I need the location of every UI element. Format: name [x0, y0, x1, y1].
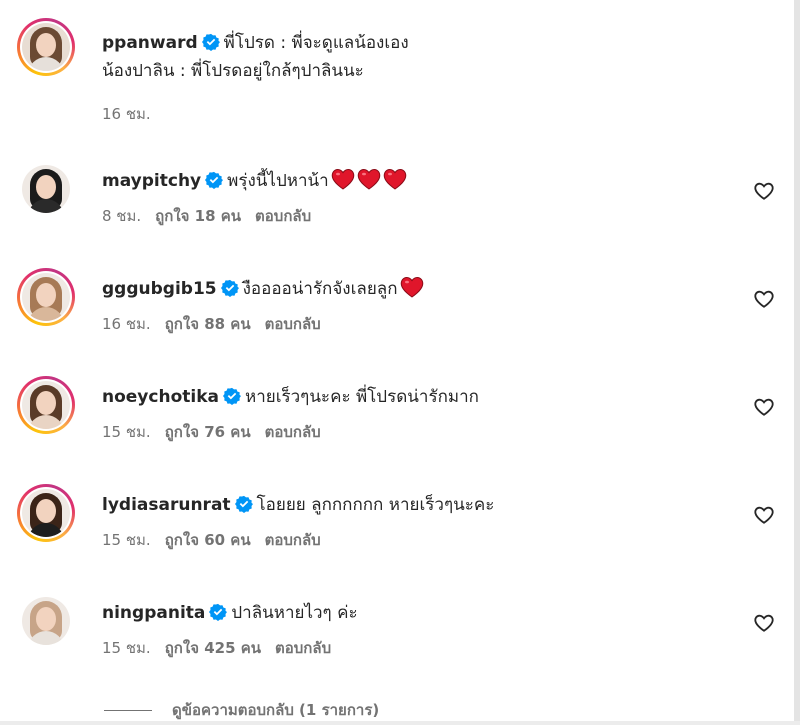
avatar-ring[interactable]	[17, 18, 75, 76]
comment-text: หายเร็วๆนะคะ พี่โปรดน่ารักมาก	[244, 387, 479, 407]
post-time: 16 ชม.	[102, 105, 151, 123]
comment-text: ปาลินหายไวๆ ค่ะ	[231, 603, 358, 623]
avatar-ring[interactable]	[17, 160, 75, 218]
comment-item: ningpanita ปาลินหายไวๆ ค่ะ 15 ชม. ถูกใจ 425…	[17, 592, 787, 682]
avatar-ring[interactable]	[17, 592, 75, 650]
reply-button[interactable]: ตอบกลับ	[265, 423, 321, 441]
comment-likes-link[interactable]: ถูกใจ 76 คน	[165, 423, 251, 441]
comment-item: lydiasarunrat โอยยย ลูกกกกกก หายเร็วๆนะคะ…	[17, 484, 787, 574]
verified-badge-icon	[205, 171, 224, 189]
comment-username[interactable]: noeychotika	[102, 387, 219, 407]
verified-badge-icon	[222, 387, 241, 405]
caption-line-2: น้องปาลิน : พี่โปรดอยู่ใกล้ๆปาลินนะ	[102, 61, 364, 81]
like-heart-icon[interactable]	[753, 612, 775, 634]
replies-divider	[104, 709, 152, 711]
comment-time: 8 ชม.	[102, 207, 142, 225]
comment-item: gggubgib15 งืออออน่ารักจังเลยลูก 16 ชม. ถูก…	[17, 268, 787, 358]
verified-badge-icon	[220, 279, 239, 297]
comment-time: 16 ชม.	[102, 315, 151, 333]
verified-badge-icon	[234, 495, 253, 513]
reply-button[interactable]: ตอบกลับ	[275, 639, 331, 657]
comment-time: 15 ชม.	[102, 639, 151, 657]
comment-time: 15 ชม.	[102, 423, 151, 441]
avatar	[22, 23, 70, 71]
avatar	[22, 273, 70, 321]
like-heart-icon[interactable]	[753, 288, 775, 310]
comment-likes-link[interactable]: ถูกใจ 60 คน	[165, 531, 251, 549]
comment-username[interactable]: lydiasarunrat	[102, 495, 231, 515]
avatar-ring[interactable]	[17, 268, 75, 326]
red-heart-emoji-icon	[383, 168, 406, 190]
comment-time: 15 ชม.	[102, 531, 151, 549]
like-heart-icon[interactable]	[753, 504, 775, 526]
comment-text: โอยยย ลูกกกกกก หายเร็วๆนะคะ	[256, 495, 495, 515]
comment-item: maypitchy พรุ่งนี้ไปหาน้า 8 ชม. ถูกใจ 18 คน…	[17, 160, 787, 250]
comment-likes-link[interactable]: ถูกใจ 18 คน	[155, 207, 241, 225]
avatar-ring[interactable]	[17, 376, 75, 434]
avatar	[22, 489, 70, 537]
reply-button[interactable]: ตอบกลับ	[265, 315, 321, 333]
comment-likes-link[interactable]: ถูกใจ 88 คน	[165, 315, 251, 333]
reply-button[interactable]: ตอบกลับ	[265, 531, 321, 549]
avatar	[22, 165, 70, 213]
window-right-edge	[794, 0, 800, 725]
caption-line-1: พี่โปรด : พี่จะดูแลน้องเอง	[223, 33, 409, 53]
comment-username[interactable]: maypitchy	[102, 171, 201, 191]
avatar	[22, 381, 70, 429]
red-heart-emoji-icon	[400, 276, 423, 298]
verified-badge-icon	[209, 603, 228, 621]
view-replies-button[interactable]: ดูข้อความตอบกลับ (1 รายการ)	[104, 698, 379, 722]
verified-badge-icon	[201, 33, 220, 51]
comment-item: noeychotika หายเร็วๆนะคะ พี่โปรดน่ารักมาก…	[17, 376, 787, 466]
view-replies-label: ดูข้อความตอบกลับ (1 รายการ)	[172, 701, 380, 719]
comment-username[interactable]: ningpanita	[102, 603, 205, 623]
avatar	[22, 597, 70, 645]
like-heart-icon[interactable]	[753, 180, 775, 202]
reply-button[interactable]: ตอบกลับ	[255, 207, 311, 225]
post-username[interactable]: ppanward	[102, 33, 198, 53]
comment-username[interactable]: gggubgib15	[102, 279, 217, 299]
comment-text: พรุ่งนี้ไปหาน้า	[227, 171, 329, 191]
red-heart-emoji-icon	[331, 168, 354, 190]
avatar-ring[interactable]	[17, 484, 75, 542]
red-heart-emoji-icon	[357, 168, 380, 190]
comment-likes-link[interactable]: ถูกใจ 425 คน	[165, 639, 261, 657]
comment-text: งืออออน่ารักจังเลยลูก	[242, 279, 398, 299]
like-heart-icon[interactable]	[753, 396, 775, 418]
